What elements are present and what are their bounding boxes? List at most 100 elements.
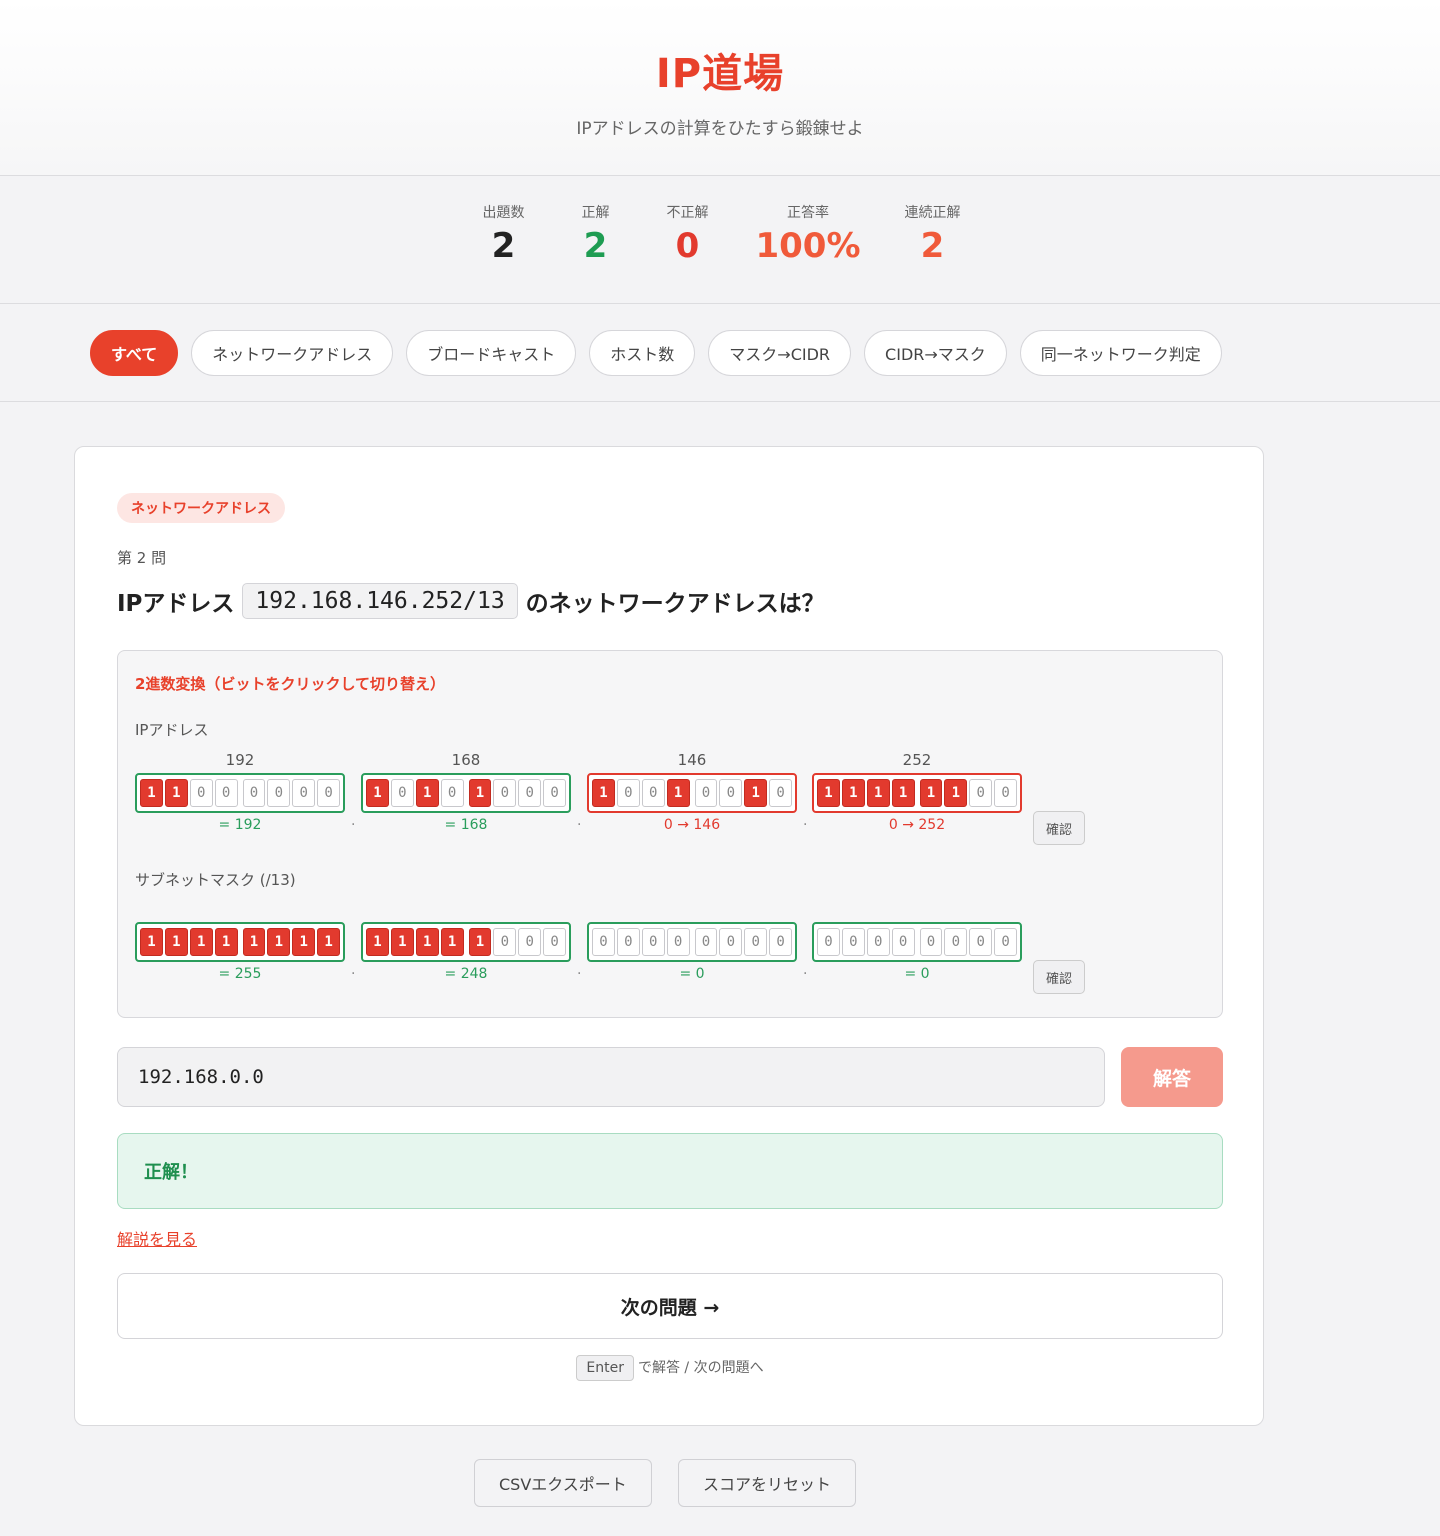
ip-bit-toggle[interactable]: 0	[189, 779, 213, 807]
ip-bit-toggle[interactable]: 1	[468, 779, 492, 807]
ip-octet-decimal: 192	[225, 751, 255, 769]
ip-bit-toggle[interactable]: 0	[969, 779, 993, 807]
mask-bit-toggle[interactable]: 1	[390, 928, 414, 956]
mask-bit-toggle[interactable]: 1	[317, 928, 340, 956]
ip-bit-toggle[interactable]: 1	[841, 779, 865, 807]
mask-bit-toggle[interactable]: 1	[366, 928, 389, 956]
ip-bit-toggle[interactable]: 0	[267, 779, 291, 807]
question-number: 第 2 問	[117, 549, 167, 567]
mask-bit-toggle[interactable]: 0	[891, 928, 915, 956]
mask-bit-toggle[interactable]: 1	[415, 928, 439, 956]
mask-bit-toggle[interactable]: 0	[969, 928, 993, 956]
mask-octet: 1 1 1 1 1 0 0 0 = 248	[361, 900, 571, 982]
ip-bit-toggle[interactable]: 1	[592, 779, 615, 807]
mask-bit-toggle[interactable]: 0	[666, 928, 690, 956]
ip-bit-toggle[interactable]: 1	[415, 779, 439, 807]
mask-bit-toggle[interactable]: 0	[518, 928, 542, 956]
ip-bit-toggle[interactable]: 0	[292, 779, 316, 807]
ip-bit-toggle[interactable]: 1	[919, 779, 943, 807]
ip-bit-toggle[interactable]: 0	[769, 779, 792, 807]
ip-bit-toggle[interactable]: 1	[164, 779, 188, 807]
mask-bit-toggle[interactable]: 0	[694, 928, 718, 956]
ip-bit-toggle[interactable]: 1	[866, 779, 890, 807]
ip-bit-toggle[interactable]: 0	[317, 779, 340, 807]
mask-bit-toggle[interactable]: 1	[440, 928, 464, 956]
tab-0[interactable]: すべて	[90, 329, 179, 376]
mask-octet-decimal	[587, 900, 797, 922]
show-explanation-link[interactable]: 解説を見る	[117, 1226, 197, 1250]
ip-bit-toggle[interactable]: 0	[390, 779, 414, 807]
ip-bit-toggle[interactable]: 1	[666, 779, 690, 807]
mask-check-button[interactable]: 確認	[1033, 960, 1085, 994]
mask-bit-toggle[interactable]: 0	[866, 928, 890, 956]
mask-bit-toggle[interactable]: 1	[468, 928, 492, 956]
ip-bit-toggle[interactable]: 0	[518, 779, 542, 807]
mask-octet: 1 1 1 1 1 1 1 1 = 255	[135, 900, 345, 982]
mask-bit-toggle[interactable]: 1	[292, 928, 316, 956]
ip-bit-toggle[interactable]: 1	[140, 779, 163, 807]
mask-bit-toggle[interactable]: 0	[543, 928, 566, 956]
tab-6[interactable]: 同一ネットワーク判定	[1019, 329, 1222, 376]
ip-octet-result: 0 → 146	[663, 817, 721, 833]
ip-octet-result: 0 → 252	[888, 817, 946, 833]
ip-bit-toggle[interactable]: 1	[817, 779, 840, 807]
stat-item: 出題数 2	[479, 202, 527, 303]
tab-4[interactable]: マスク→CIDR	[708, 329, 852, 376]
mask-bit-toggle[interactable]: 0	[592, 928, 615, 956]
tab-1[interactable]: ネットワークアドレス	[191, 329, 394, 376]
ip-bit-toggle[interactable]: 0	[694, 779, 718, 807]
csv-export-button[interactable]: CSVエクスポート	[474, 1459, 652, 1507]
binary-panel-title: 2進数変換（ビットをクリックして切り替え）	[135, 675, 445, 693]
stats-bar: 出題数 2 正解 2 不正解 0 正答率 100% 連続正解 2	[0, 176, 1440, 304]
ip-bit-toggle[interactable]: 1	[366, 779, 389, 807]
keyboard-hint-text: で解答 / 次の問題へ	[637, 1360, 764, 1376]
ip-check-button[interactable]: 確認	[1033, 811, 1085, 845]
ip-bit-toggle[interactable]: 0	[994, 779, 1017, 807]
mask-bit-toggle[interactable]: 1	[140, 928, 163, 956]
mask-bit-toggle[interactable]: 0	[493, 928, 517, 956]
ip-bit-toggle[interactable]: 0	[616, 779, 640, 807]
ip-bit-toggle[interactable]: 0	[719, 779, 743, 807]
mask-bit-toggle[interactable]: 1	[164, 928, 188, 956]
tab-3[interactable]: ホスト数	[589, 329, 696, 376]
mask-bit-toggle[interactable]: 0	[744, 928, 768, 956]
mask-bit-toggle[interactable]: 0	[641, 928, 665, 956]
mask-bit-toggle[interactable]: 0	[919, 928, 943, 956]
ip-bit-toggle[interactable]: 0	[641, 779, 665, 807]
ip-bit-toggle[interactable]: 0	[493, 779, 517, 807]
ip-bit-toggle[interactable]: 0	[440, 779, 464, 807]
mask-bit-toggle[interactable]: 0	[994, 928, 1017, 956]
mask-bit-toggle[interactable]: 0	[769, 928, 792, 956]
question-card: ネットワークアドレス 第 2 問 IPアドレス 192.168.146.252/…	[74, 446, 1264, 1426]
mask-octet-result: = 255	[218, 966, 262, 982]
next-question-button[interactable]: 次の問題 →	[117, 1273, 1223, 1339]
ip-bit-toggle[interactable]: 0	[242, 779, 266, 807]
mask-bit-toggle[interactable]: 0	[817, 928, 840, 956]
tab-2[interactable]: ブロードキャスト	[406, 329, 577, 376]
ip-octet-result: = 168	[444, 817, 488, 833]
mask-bit-toggle[interactable]: 1	[189, 928, 213, 956]
ip-bit-toggle[interactable]: 1	[891, 779, 915, 807]
mask-bit-toggle[interactable]: 0	[616, 928, 640, 956]
submit-answer-button[interactable]: 解答	[1121, 1047, 1223, 1107]
category-badge: ネットワークアドレス	[117, 493, 285, 523]
stat-item: 正解 2	[571, 202, 619, 303]
octet-separator: .	[577, 962, 582, 978]
mask-octet-result: = 0	[679, 966, 705, 982]
octet-separator: .	[351, 813, 356, 829]
ip-bit-toggle[interactable]: 1	[744, 779, 768, 807]
ip-bit-toggle[interactable]: 0	[214, 779, 238, 807]
mask-bit-toggle[interactable]: 0	[944, 928, 968, 956]
mask-bit-toggle[interactable]: 1	[214, 928, 238, 956]
reset-score-button[interactable]: スコアをリセット	[678, 1459, 857, 1507]
answer-input[interactable]	[117, 1047, 1105, 1107]
mask-bit-toggle[interactable]: 1	[242, 928, 266, 956]
stat-value: 2	[583, 226, 608, 266]
tab-5[interactable]: CIDR→マスク	[864, 329, 1007, 376]
stat-label: 不正解	[666, 205, 709, 221]
mask-bit-toggle[interactable]: 1	[267, 928, 291, 956]
mask-bit-toggle[interactable]: 0	[841, 928, 865, 956]
mask-bit-toggle[interactable]: 0	[719, 928, 743, 956]
ip-bit-toggle[interactable]: 0	[543, 779, 566, 807]
ip-bit-toggle[interactable]: 1	[944, 779, 968, 807]
